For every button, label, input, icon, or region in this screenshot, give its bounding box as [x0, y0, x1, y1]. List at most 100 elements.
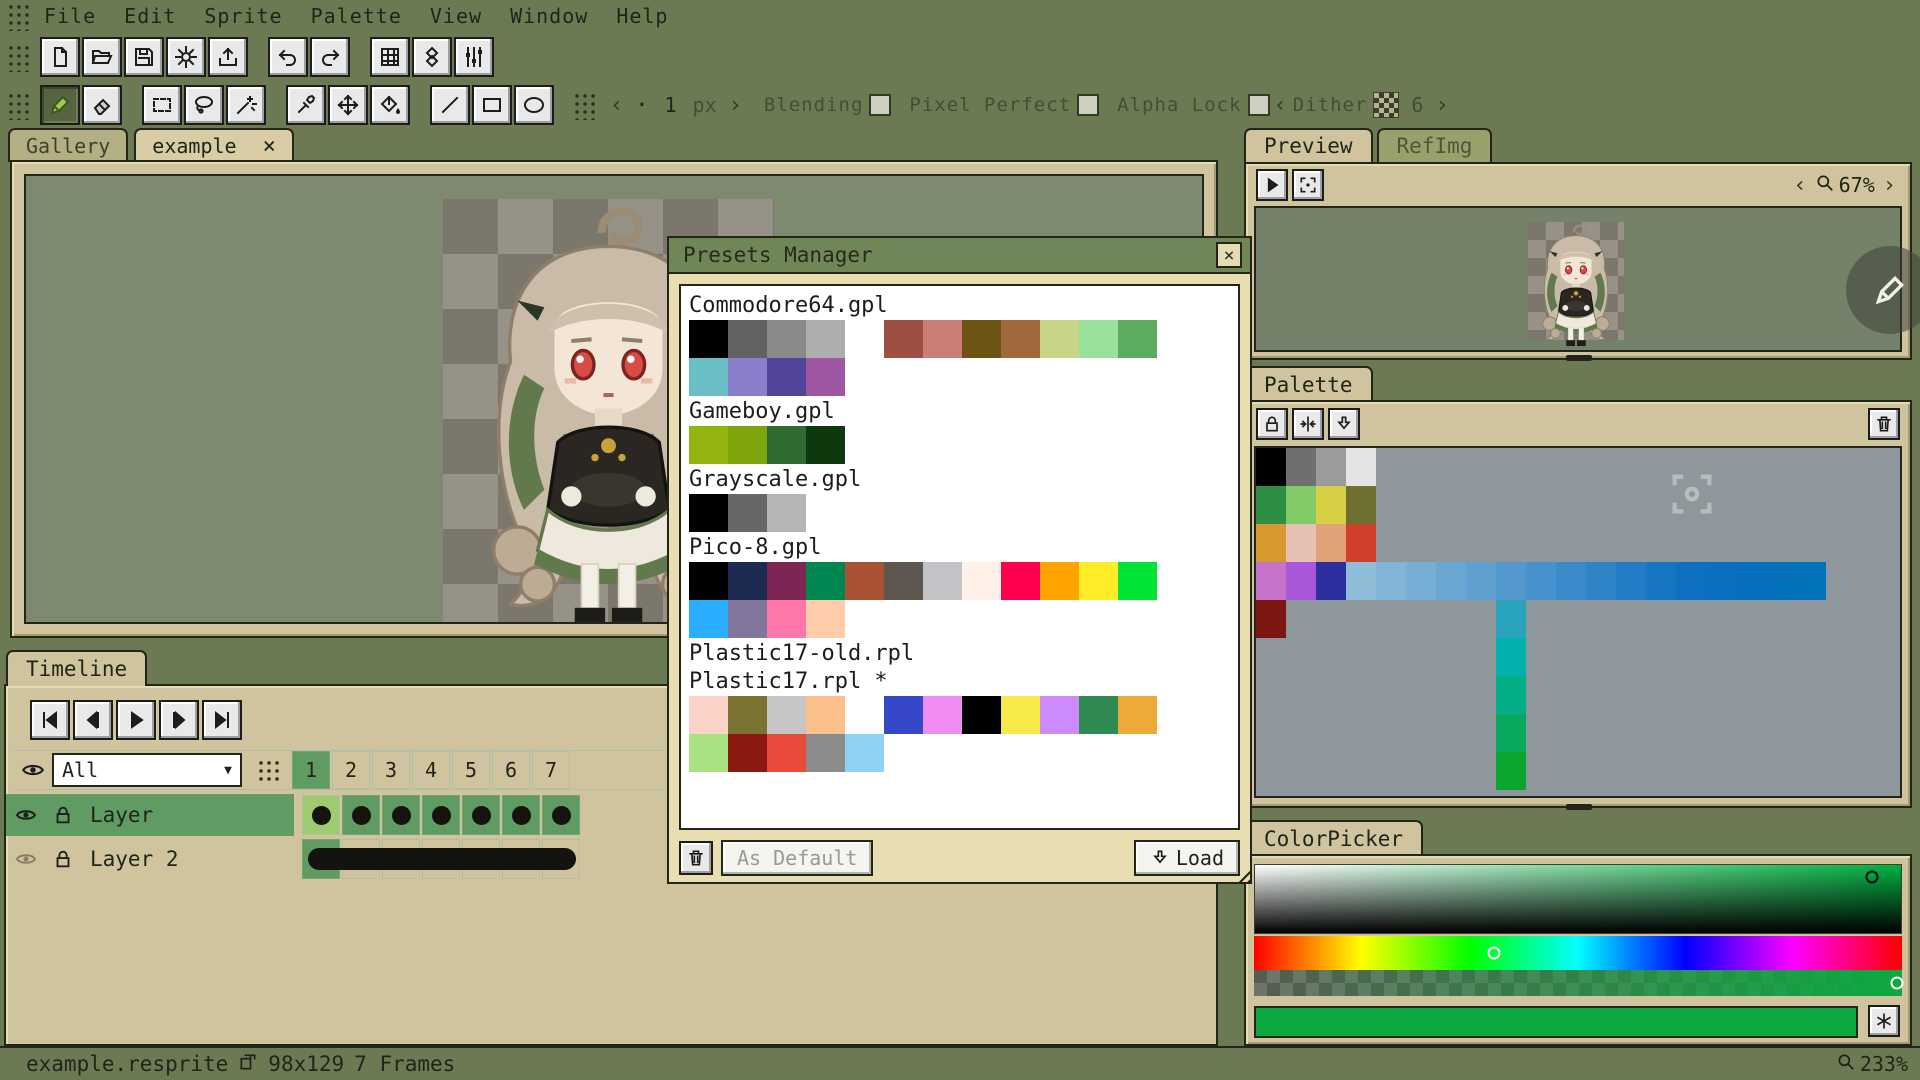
cel-frame-7[interactable] [542, 795, 580, 835]
palette-color-cell[interactable] [1256, 524, 1286, 562]
visibility-all-eye-icon[interactable] [14, 757, 52, 783]
panel-resize-handle[interactable] [1566, 355, 1592, 361]
drag-grip-icon[interactable] [6, 1, 30, 31]
preset-item[interactable]: Commodore64.gpl [689, 293, 1230, 396]
colorpicker-tab[interactable]: ColorPicker [1244, 820, 1423, 856]
palette-color-cell[interactable] [1346, 486, 1376, 524]
palette-color-cell[interactable] [1436, 562, 1466, 600]
layer-name[interactable]: Layer [80, 803, 153, 827]
open-folder-button[interactable] [82, 37, 122, 77]
preset-item[interactable]: Grayscale.gpl [689, 467, 1230, 532]
hue-marker[interactable] [1487, 947, 1500, 960]
hue-slider[interactable] [1254, 936, 1902, 970]
layer-lock-icon[interactable] [46, 804, 80, 826]
saturation-value-box[interactable] [1254, 864, 1902, 934]
palette-lock-button[interactable] [1256, 408, 1288, 440]
menu-item-sprite[interactable]: Sprite [190, 2, 296, 30]
palette-color-cell[interactable] [1316, 562, 1346, 600]
brush-size-increase[interactable]: › [729, 93, 742, 118]
tool-ellipse-button[interactable] [514, 85, 554, 125]
tab-gallery[interactable]: Gallery [8, 128, 128, 162]
tool-pencil-button[interactable] [40, 85, 80, 125]
canvas-resize-icon[interactable] [238, 1052, 258, 1077]
checkbox-alpha-lock[interactable] [1248, 94, 1270, 116]
palette-color-cell[interactable] [1496, 676, 1526, 714]
palette-color-cell[interactable] [1646, 562, 1676, 600]
adjustments-button[interactable] [454, 37, 494, 77]
palette-color-cell[interactable] [1736, 562, 1766, 600]
cel-frame-2[interactable] [342, 795, 380, 835]
cel-frame-5[interactable] [462, 795, 500, 835]
palette-color-cell[interactable] [1676, 562, 1706, 600]
frame-header-2[interactable]: 2 [332, 751, 370, 789]
alpha-slider[interactable] [1254, 970, 1902, 996]
preset-item[interactable]: Pico-8.gpl [689, 535, 1230, 638]
tool-eyedropper-button[interactable] [286, 85, 326, 125]
palette-color-cell[interactable] [1256, 448, 1286, 486]
palette-color-cell[interactable] [1316, 448, 1346, 486]
dither-decrease[interactable]: ‹ [1274, 93, 1287, 118]
preview-viewport[interactable] [1254, 206, 1902, 352]
sv-marker[interactable] [1865, 870, 1878, 883]
dither-increase[interactable]: › [1435, 93, 1448, 118]
redo-button[interactable] [310, 37, 350, 77]
alpha-marker[interactable] [1890, 977, 1903, 990]
palette-color-cell[interactable] [1496, 600, 1526, 638]
cel-frame-3[interactable] [382, 795, 420, 835]
tool-fill-bucket-button[interactable] [370, 85, 410, 125]
tab-refimg[interactable]: RefImg [1377, 128, 1493, 162]
play-button[interactable] [116, 700, 156, 740]
tool-select-rect-button[interactable] [142, 85, 182, 125]
palette-tab[interactable]: Palette [1244, 366, 1373, 402]
frame-header-5[interactable]: 5 [452, 751, 490, 789]
new-file-button[interactable] [40, 37, 80, 77]
palette-color-cell[interactable] [1256, 600, 1286, 638]
layer-filter-dropdown[interactable]: All ▼ [52, 753, 242, 787]
next-frame-button[interactable] [159, 700, 199, 740]
menu-item-palette[interactable]: Palette [297, 2, 416, 30]
brush-size-decrease[interactable]: ‹ [610, 93, 623, 118]
load-button[interactable]: Load [1134, 840, 1240, 876]
menu-item-edit[interactable]: Edit [110, 2, 190, 30]
menu-item-window[interactable]: Window [496, 2, 602, 30]
palette-merge-button[interactable] [1292, 408, 1324, 440]
palette-color-cell[interactable] [1286, 524, 1316, 562]
first-frame-button[interactable] [30, 700, 70, 740]
tool-rectangle-button[interactable] [472, 85, 512, 125]
palette-color-cell[interactable] [1346, 524, 1376, 562]
drag-grip-icon[interactable] [6, 90, 30, 120]
palette-color-cell[interactable] [1256, 486, 1286, 524]
preset-item[interactable]: Plastic17.rpl * [689, 669, 1230, 772]
tool-magic-wand-button[interactable] [226, 85, 266, 125]
tab-example[interactable]: example × [134, 128, 294, 162]
cel-frame-4[interactable] [422, 795, 460, 835]
preset-item[interactable]: Gameboy.gpl [689, 399, 1230, 464]
export-button[interactable] [208, 37, 248, 77]
palette-grid[interactable] [1254, 446, 1902, 798]
palette-color-cell[interactable] [1466, 562, 1496, 600]
palette-color-cell[interactable] [1706, 562, 1736, 600]
panel-resize-handle[interactable] [1566, 804, 1592, 810]
layer-name[interactable]: Layer 2 [80, 847, 179, 871]
settings-gear-button[interactable] [166, 37, 206, 77]
tile-mode-button[interactable] [412, 37, 452, 77]
menu-item-view[interactable]: View [416, 2, 496, 30]
preview-zoom-out[interactable]: ‹ [1793, 173, 1806, 198]
palette-color-cell[interactable] [1496, 714, 1526, 752]
close-icon[interactable]: × [1216, 242, 1242, 268]
close-icon[interactable]: × [263, 134, 276, 159]
cel-span-bar[interactable] [308, 848, 576, 870]
palette-color-cell[interactable] [1346, 562, 1376, 600]
palette-color-cell[interactable] [1406, 562, 1436, 600]
undo-button[interactable] [268, 37, 308, 77]
palette-color-cell[interactable] [1346, 448, 1376, 486]
palette-color-cell[interactable] [1496, 638, 1526, 676]
preset-item[interactable]: Plastic17-old.rpl [689, 641, 1230, 666]
checkbox-blending[interactable] [869, 94, 891, 116]
palette-color-cell[interactable] [1526, 562, 1556, 600]
palette-color-cell[interactable] [1286, 486, 1316, 524]
palette-color-cell[interactable] [1316, 486, 1346, 524]
timeline-tab[interactable]: Timeline [6, 650, 147, 686]
delete-preset-button[interactable] [679, 841, 713, 875]
palette-color-cell[interactable] [1796, 562, 1826, 600]
